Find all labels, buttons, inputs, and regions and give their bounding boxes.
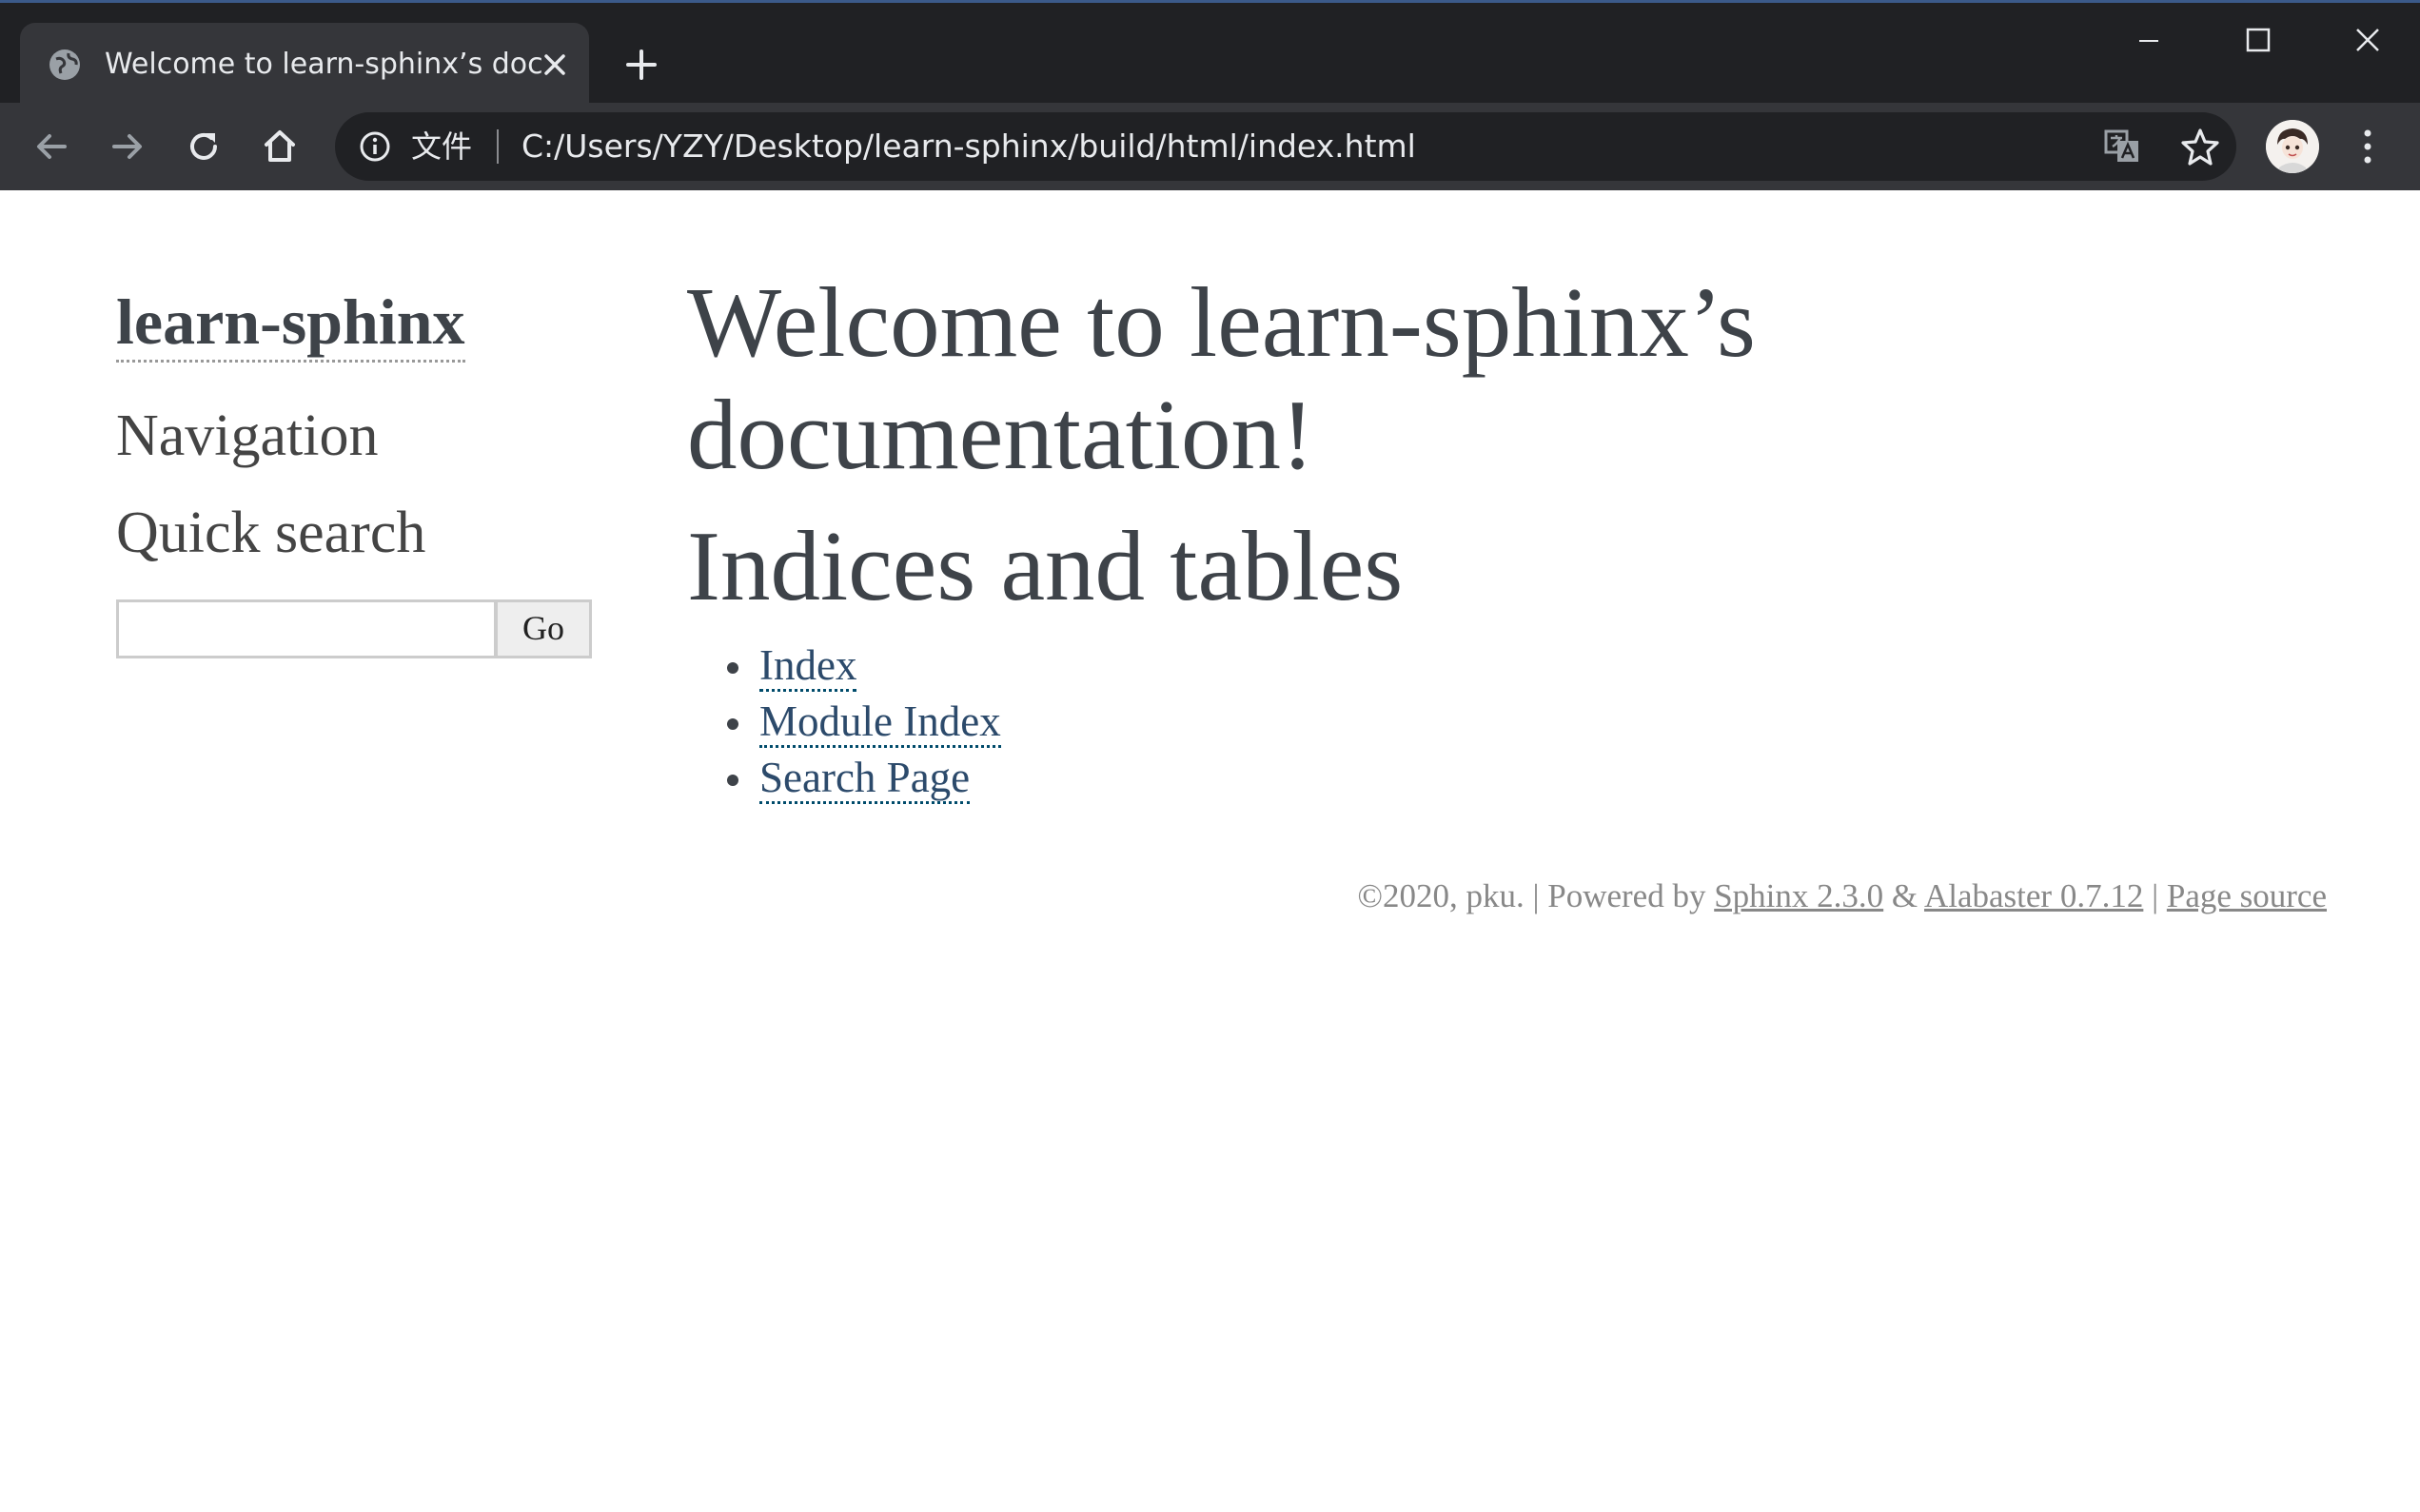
- browser-tab-bar: Welcome to learn-sphinx’s documentation!: [0, 0, 2420, 106]
- list-item: Module Index: [723, 694, 1001, 750]
- star-icon[interactable]: [2179, 126, 2221, 167]
- search-go-button[interactable]: Go: [495, 599, 592, 658]
- maximize-icon[interactable]: [2230, 14, 2287, 68]
- avatar-image: [2266, 120, 2319, 173]
- window-close-icon[interactable]: [2339, 14, 2396, 68]
- sphinx-link[interactable]: Sphinx 2.3.0: [1714, 877, 1883, 914]
- quick-search-heading: Quick search: [116, 501, 426, 565]
- browser-toolbar: 文件 C:/Users/YZY/Desktop/learn-sphinx/bui…: [0, 103, 2420, 190]
- url-text[interactable]: C:/Users/YZY/Desktop/learn-sphinx/build/…: [521, 126, 1416, 167]
- module-index-link[interactable]: Module Index: [759, 697, 1001, 748]
- footer-powered-by: Powered by: [1547, 877, 1706, 914]
- translate-icon[interactable]: [2103, 128, 2141, 166]
- arrow-right-icon[interactable]: [105, 124, 150, 169]
- site-logo-link[interactable]: learn-sphinx: [116, 284, 465, 363]
- tab-title: Welcome to learn-sphinx’s documentation!: [105, 48, 542, 81]
- list-item: Index: [723, 638, 1001, 694]
- profile-avatar[interactable]: [2266, 120, 2319, 173]
- bullet-icon: [727, 775, 738, 786]
- footer-copyright: ©2020, pku.: [1357, 877, 1525, 914]
- search-page-link[interactable]: Search Page: [759, 754, 971, 804]
- reload-icon[interactable]: [181, 124, 226, 169]
- indices-list: Index Module Index Search Page: [723, 638, 1001, 806]
- arrow-left-icon[interactable]: [29, 124, 74, 169]
- footer-separator: |: [1532, 877, 1540, 914]
- alabaster-link[interactable]: Alabaster 0.7.12: [1924, 877, 2143, 914]
- page-title: Welcome to learn-sphinx’s documentation!: [687, 266, 1756, 490]
- page-footer: ©2020, pku. | Powered by Sphinx 2.3.0 & …: [1357, 877, 2327, 915]
- more-vertical-icon[interactable]: [2351, 124, 2385, 169]
- home-icon[interactable]: [257, 124, 303, 169]
- plus-icon[interactable]: [622, 46, 660, 84]
- index-link[interactable]: Index: [759, 641, 857, 692]
- search-input[interactable]: [116, 599, 497, 658]
- page-content: learn-sphinx Navigation Quick search Go …: [0, 190, 2420, 1512]
- bullet-icon: [727, 662, 738, 674]
- address-bar[interactable]: 文件 C:/Users/YZY/Desktop/learn-sphinx/bui…: [335, 112, 2236, 181]
- browser-tab[interactable]: Welcome to learn-sphinx’s documentation!: [20, 23, 589, 106]
- info-icon[interactable]: [358, 129, 392, 164]
- section-heading: Indices and tables: [687, 510, 1404, 621]
- list-item: Search Page: [723, 750, 1001, 806]
- omnibox-divider: [497, 129, 499, 164]
- globe-icon: [49, 49, 80, 80]
- footer-separator: |: [2152, 877, 2159, 914]
- navigation-heading: Navigation: [116, 403, 379, 468]
- bullet-icon: [727, 718, 738, 730]
- file-scheme-label: 文件: [411, 128, 473, 165]
- minimize-icon[interactable]: [2120, 14, 2177, 68]
- footer-ampersand: &: [1891, 877, 1918, 914]
- close-icon[interactable]: [540, 49, 570, 80]
- page-source-link[interactable]: Page source: [2167, 877, 2327, 914]
